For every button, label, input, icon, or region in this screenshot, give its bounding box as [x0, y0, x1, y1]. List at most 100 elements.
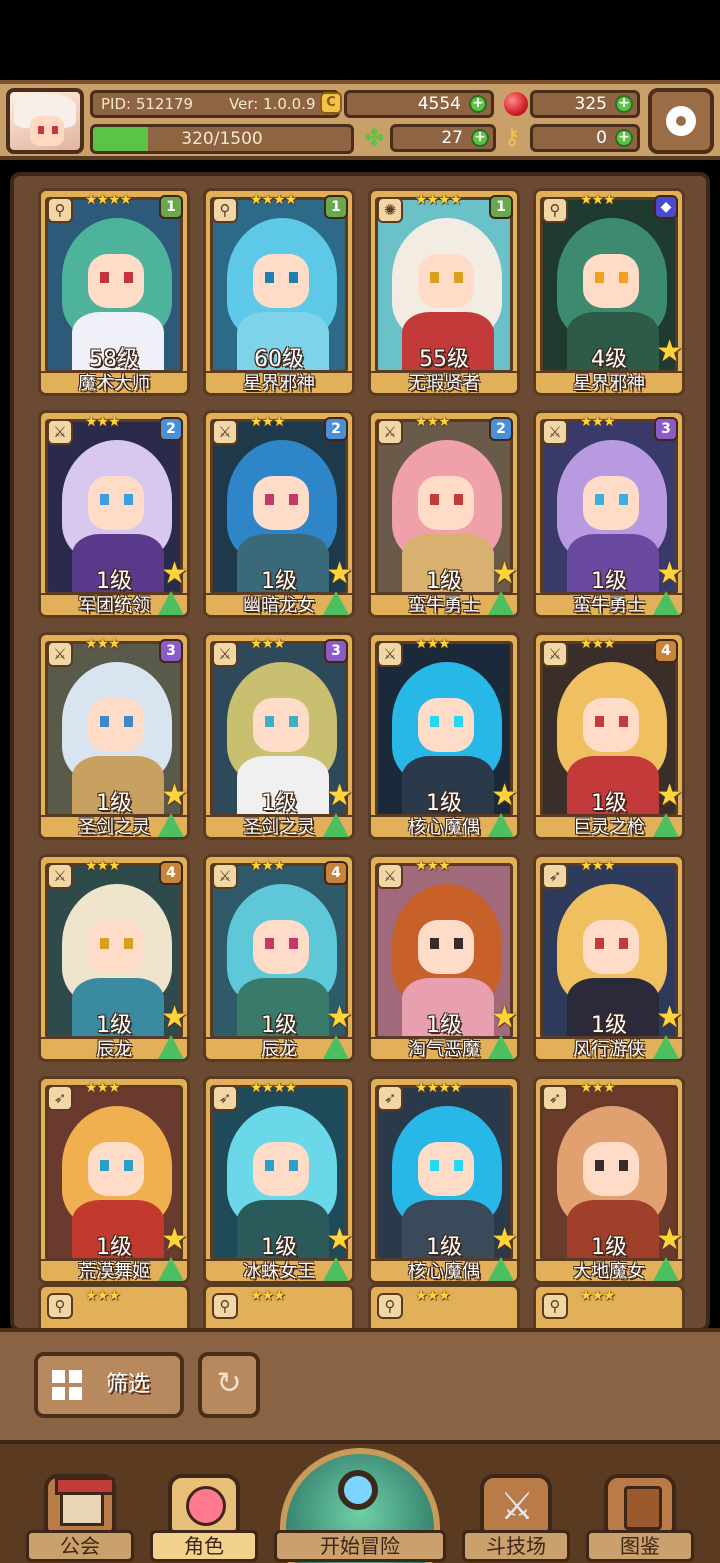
hero-card[interactable]: ➶ ★★★ 1级 风行游侠 ★: [533, 854, 685, 1062]
hero-card[interactable]: ✺ ★★★★ 1 55级 无瑕贤者: [368, 188, 520, 396]
add-clover-button[interactable]: +: [471, 129, 489, 147]
hero-star-rating: ★★★: [85, 414, 121, 430]
hero-face: [88, 698, 144, 752]
settings-button[interactable]: [648, 88, 714, 154]
hero-card[interactable]: ⚔ ★★★ 1级 淘气恶魔 ★: [368, 854, 520, 1062]
hero-rank-badge: ◆: [654, 195, 678, 219]
hero-card[interactable]: ⚔ ★★★ 3 1级 圣剑之灵 ★: [38, 632, 190, 840]
hero-card[interactable]: ⚔ ★★★ 2 1级 蛮牛勇士 ★: [368, 410, 520, 618]
upgrade-arrow-icon: [322, 591, 350, 615]
upgrade-arrow-icon: [487, 1257, 515, 1281]
hero-card[interactable]: ➶ ★★★★ 1级 核心魔偶 ★: [368, 1076, 520, 1284]
hero-eye: [124, 494, 133, 505]
hero-eye: [619, 494, 628, 505]
hero-class-icon: ⚔: [47, 641, 73, 667]
hero-card[interactable]: ⚔ ★★★ 4 1级 巨灵之枪 ★: [533, 632, 685, 840]
favorite-star-icon[interactable]: ★: [326, 1225, 352, 1255]
hero-card[interactable]: ⚔ ★★★ 2 1级 幽暗龙女 ★: [203, 410, 355, 618]
refresh-button[interactable]: ↻: [198, 1352, 260, 1418]
hero-card[interactable]: ➶ ★★★ 1级 荒漠舞姬 ★: [38, 1076, 190, 1284]
hero-card[interactable]: ⚔ ★★★ 2 1级 军团统领 ★: [38, 410, 190, 618]
hero-card-partial[interactable]: ★★★ ⚲: [38, 1284, 190, 1328]
grid-filter-icon: [52, 1370, 82, 1400]
hero-card[interactable]: ⚔ ★★★ 4 1级 辰龙 ★: [38, 854, 190, 1062]
hero-star-rating: ★★★: [580, 192, 616, 208]
filter-button[interactable]: 筛选: [34, 1352, 184, 1418]
hero-star-rating: ★★★: [415, 414, 451, 430]
ruby-gem-icon: [504, 92, 528, 116]
hero-star-rating: ★★★: [580, 1288, 616, 1304]
hero-card[interactable]: ⚲ ★★★ ◆ 4级 星界邪神 ★: [533, 188, 685, 396]
favorite-star-icon[interactable]: ★: [656, 781, 682, 811]
favorite-star-icon[interactable]: ★: [491, 781, 517, 811]
resource-bar: PID: 512179 Ver: 1.0.0.9 C 4554 + 325 + …: [0, 80, 720, 160]
favorite-star-icon[interactable]: ★: [656, 1225, 682, 1255]
hero-face: [253, 254, 309, 308]
magnifier-icon: [338, 1470, 378, 1510]
hero-name: 无瑕贤者: [371, 371, 517, 393]
favorite-star-icon[interactable]: ★: [161, 1003, 187, 1033]
hero-card[interactable]: ⚔ ★★★ 3 1级 圣剑之灵 ★: [203, 632, 355, 840]
hero-class-icon: ➶: [47, 1085, 73, 1111]
experience-fill: [93, 127, 148, 151]
favorite-star-icon[interactable]: ★: [656, 1003, 682, 1033]
nav-character-label: 角色: [150, 1530, 258, 1562]
hero-rank-badge: 1: [489, 195, 513, 219]
hero-eye: [454, 272, 463, 283]
favorite-star-icon[interactable]: ★: [161, 559, 187, 589]
bottom-navigation: 公会 角色 开始冒险 ⚔ 斗技场 图鉴: [0, 1440, 720, 1563]
add-gold-button[interactable]: +: [469, 95, 487, 113]
nav-guild[interactable]: 公会: [26, 1474, 134, 1563]
hero-card[interactable]: ➶ ★★★★ 1级 冰蛛女王 ★: [203, 1076, 355, 1284]
favorite-star-icon[interactable]: ★: [491, 1003, 517, 1033]
hero-eye: [595, 938, 604, 949]
hero-card-partial[interactable]: ★★★ ⚲: [533, 1284, 685, 1328]
upgrade-arrow-icon: [652, 813, 680, 837]
add-gem-button[interactable]: +: [615, 95, 633, 113]
upgrade-arrow-icon: [487, 813, 515, 837]
nav-codex[interactable]: 图鉴: [586, 1474, 694, 1563]
hero-eye: [595, 272, 604, 283]
hero-face: [253, 476, 309, 530]
favorite-star-icon[interactable]: ★: [326, 559, 352, 589]
favorite-star-icon[interactable]: ★: [656, 337, 682, 367]
favorite-star-icon[interactable]: ★: [656, 559, 682, 589]
hero-card-partial[interactable]: ★★★ ⚲: [203, 1284, 355, 1328]
favorite-star-icon[interactable]: ★: [161, 781, 187, 811]
hero-card[interactable]: ⚲ ★★★★ 1 58级 魔术大师: [38, 188, 190, 396]
add-key-button[interactable]: +: [615, 129, 633, 147]
nav-character[interactable]: 角色: [150, 1474, 258, 1563]
nav-start-adventure[interactable]: 开始冒险: [274, 1444, 446, 1563]
hero-class-icon: ⚲: [212, 197, 238, 223]
hero-eye: [430, 938, 439, 949]
hero-card[interactable]: ➶ ★★★ 1级 大地魔女 ★: [533, 1076, 685, 1284]
hero-eye: [430, 716, 439, 727]
hero-card-partial[interactable]: ★★★ ⚲: [368, 1284, 520, 1328]
character-icon: [168, 1474, 240, 1534]
hero-class-icon: ⚲: [377, 1293, 403, 1319]
upgrade-arrow-icon: [157, 813, 185, 837]
hero-rank-badge: 1: [159, 195, 183, 219]
hero-level: 55级: [419, 347, 469, 372]
hero-name: 星界邪神: [206, 371, 352, 393]
favorite-star-icon[interactable]: ★: [161, 1225, 187, 1255]
hero-card[interactable]: ⚔ ★★★ 3 1级 蛮牛勇士 ★: [533, 410, 685, 618]
hero-eye: [454, 716, 463, 727]
hero-class-icon: ⚔: [542, 419, 568, 445]
hero-class-icon: ⚔: [377, 419, 403, 445]
upgrade-arrow-icon: [487, 1035, 515, 1059]
hero-class-icon: ⚔: [377, 641, 403, 667]
favorite-star-icon[interactable]: ★: [326, 1003, 352, 1033]
favorite-star-icon[interactable]: ★: [326, 781, 352, 811]
hero-list-panel[interactable]: ⚲ ★★★★ 1 58级 魔术大师 ⚲ ★★★★ 1 60级 星界邪神 ✺ ★★★★ 1 55级 无瑕贤者 ⚲…: [10, 172, 710, 1332]
hero-card[interactable]: ⚔ ★★★ 1级 核心魔偶 ★: [368, 632, 520, 840]
hero-card[interactable]: ⚔ ★★★ 4 1级 辰龙 ★: [203, 854, 355, 1062]
upgrade-arrow-icon: [652, 1035, 680, 1059]
hero-star-rating: ★★★★: [250, 1080, 297, 1096]
hero-star-rating: ★★★: [250, 1288, 286, 1304]
favorite-star-icon[interactable]: ★: [491, 1225, 517, 1255]
hero-card[interactable]: ⚲ ★★★★ 1 60级 星界邪神: [203, 188, 355, 396]
player-avatar[interactable]: [6, 88, 84, 154]
favorite-star-icon[interactable]: ★: [491, 559, 517, 589]
nav-arena[interactable]: ⚔ 斗技场: [462, 1474, 570, 1563]
